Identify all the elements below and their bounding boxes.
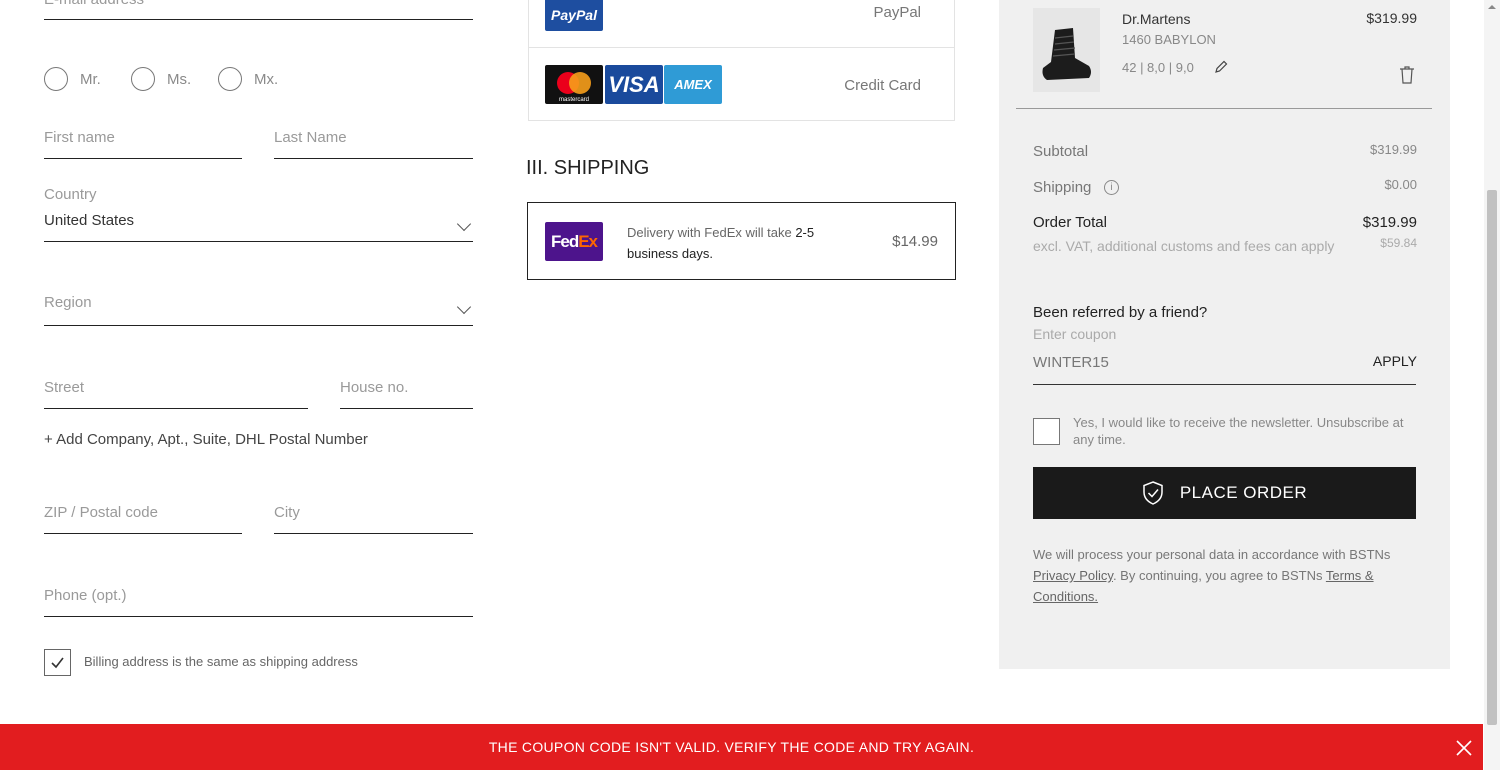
- apply-button[interactable]: APPLY: [1373, 353, 1417, 369]
- city-field[interactable]: City: [274, 504, 300, 521]
- coupon-underline: [1033, 384, 1416, 385]
- visa-logo: VISA: [605, 65, 663, 104]
- shipping-desc-prefix: Delivery with FedEx will take: [627, 225, 796, 240]
- privacy-notice: We will process your personal data in ac…: [1033, 544, 1418, 607]
- last-name-underline: [274, 158, 473, 159]
- pencil-icon[interactable]: [1214, 60, 1228, 74]
- checkmark-icon: [51, 657, 64, 669]
- product-name: 1460 BABYLON: [1122, 32, 1216, 47]
- last-name-field[interactable]: Last Name: [274, 129, 347, 146]
- mastercard-logo: mastercard: [545, 65, 603, 104]
- product-sizes: 42 | 8,0 | 9,0: [1122, 60, 1194, 75]
- order-summary-panel: Dr.Martens 1460 BABYLON 42 | 8,0 | 9,0 $…: [999, 0, 1450, 669]
- fedex-logo-ex: Ex: [578, 231, 598, 251]
- phone-field[interactable]: Phone (opt.): [44, 587, 127, 604]
- shield-check-icon: [1143, 481, 1163, 505]
- billing-same-label: Billing address is the same as shipping …: [84, 654, 358, 669]
- shipping-days: 2-5: [795, 225, 815, 240]
- country-underline: [44, 241, 473, 242]
- country-select[interactable]: United States: [44, 212, 134, 229]
- email-field[interactable]: E-mail address: [44, 0, 144, 8]
- referral-heading: Been referred by a friend?: [1033, 304, 1208, 321]
- place-order-label: PLACE ORDER: [1179, 483, 1308, 502]
- region-select[interactable]: Region: [44, 294, 92, 311]
- email-field-underline: [44, 19, 473, 20]
- paypal-label: PayPal: [873, 4, 921, 21]
- error-banner-message: THE COUPON CODE ISN'T VALID. VERIFY THE …: [488, 739, 975, 755]
- privacy-middle: . By continuing, you agree to BSTNs: [1112, 568, 1326, 583]
- shipping-price: $14.99: [892, 233, 938, 250]
- chevron-down-icon[interactable]: [456, 299, 472, 315]
- product-brand: Dr.Martens: [1122, 11, 1191, 27]
- house-no-field[interactable]: House no.: [340, 379, 408, 396]
- region-underline: [44, 325, 473, 326]
- trash-icon[interactable]: [1399, 66, 1415, 84]
- amex-logo: AMEX: [664, 65, 722, 104]
- scrollbar-thumb[interactable]: [1487, 190, 1497, 725]
- payment-paypal-option[interactable]: PayPal PayPal: [528, 0, 955, 48]
- subtotal-value: $319.99: [1370, 142, 1417, 157]
- phone-underline: [44, 616, 473, 617]
- error-banner: THE COUPON CODE ISN'T VALID. VERIFY THE …: [0, 724, 1483, 770]
- zip-underline: [44, 533, 242, 534]
- credit-card-label: Credit Card: [844, 77, 921, 94]
- street-field[interactable]: Street: [44, 379, 84, 396]
- paypal-logo: PayPal: [545, 0, 603, 31]
- salutation-mr-label: Mr.: [80, 71, 101, 88]
- salutation-mx-radio[interactable]: [218, 67, 242, 91]
- add-company-link[interactable]: + Add Company, Apt., Suite, DHL Postal N…: [44, 431, 368, 448]
- product-image: [1033, 8, 1100, 92]
- coupon-placeholder-label: Enter coupon: [1033, 326, 1117, 342]
- billing-same-checkbox[interactable]: [44, 649, 71, 676]
- salutation-mx-label: Mx.: [254, 71, 279, 88]
- mastercard-circles-icon: [557, 71, 591, 94]
- mastercard-wordmark: mastercard: [558, 97, 589, 103]
- city-underline: [274, 533, 473, 534]
- shipping-heading: III. SHIPPING: [526, 157, 650, 179]
- payment-credit-card-option[interactable]: mastercard VISA AMEX Credit Card: [528, 47, 955, 121]
- street-underline: [44, 408, 308, 409]
- shipping-label: Shipping: [1033, 179, 1092, 196]
- shipping-value: $0.00: [1384, 177, 1417, 192]
- place-order-button[interactable]: PLACE ORDER: [1033, 467, 1416, 519]
- vat-note: excl. VAT, additional customs and fees c…: [1033, 238, 1335, 254]
- close-icon[interactable]: [1456, 740, 1472, 756]
- first-name-underline: [44, 158, 242, 159]
- salutation-mr-radio[interactable]: [44, 67, 68, 91]
- fedex-logo: Fed Ex: [545, 222, 603, 261]
- newsletter-checkbox[interactable]: [1033, 418, 1060, 445]
- fedex-logo-fed: Fed: [550, 231, 579, 251]
- privacy-prefix: We will process your personal data in ac…: [1033, 547, 1391, 562]
- first-name-field[interactable]: First name: [44, 129, 115, 146]
- cart-divider: [1016, 108, 1432, 109]
- salutation-ms-radio[interactable]: [131, 67, 155, 91]
- chevron-down-icon[interactable]: [456, 216, 472, 232]
- newsletter-label: Yes, I would like to receive the newslet…: [1073, 415, 1404, 447]
- subtotal-label: Subtotal: [1033, 143, 1089, 160]
- shipping-description: Delivery with FedEx will take 2-5 busine…: [627, 222, 847, 264]
- privacy-policy-link[interactable]: Privacy Policy: [1033, 568, 1113, 583]
- vat-value: $59.84: [1380, 236, 1417, 250]
- info-icon[interactable]: i: [1104, 180, 1119, 195]
- shipping-fedex-option[interactable]: Fed Ex Delivery with FedEx will take 2-5 …: [527, 202, 956, 280]
- house-no-underline: [340, 408, 473, 409]
- salutation-ms-label: Ms.: [167, 71, 192, 88]
- boot-icon: [1042, 28, 1091, 80]
- scroll-up-arrow-icon[interactable]: [1484, 2, 1500, 12]
- order-total-label: Order Total: [1033, 214, 1107, 231]
- product-price: $319.99: [1366, 10, 1417, 26]
- shipping-desc-suffix: business days.: [627, 246, 713, 261]
- country-label: Country: [44, 186, 97, 203]
- coupon-input[interactable]: WINTER15: [1033, 354, 1109, 371]
- order-total-value: $319.99: [1362, 214, 1417, 231]
- zip-field[interactable]: ZIP / Postal code: [44, 504, 158, 521]
